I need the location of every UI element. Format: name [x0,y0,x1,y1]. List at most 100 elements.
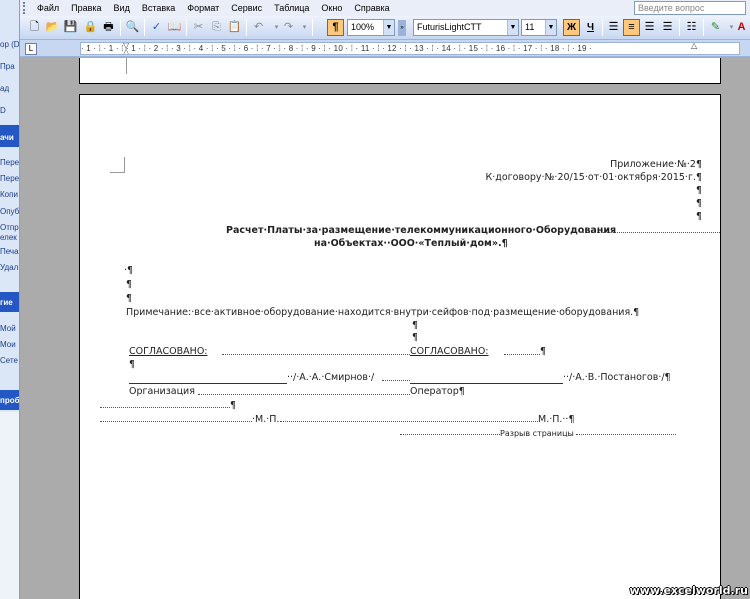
underline-button[interactable]: Ч [582,19,599,36]
current-page[interactable]: Приложение·№·2¶ К·договору·№·20/15·от·01… [79,94,721,599]
note-line[interactable]: Примечание:·все·активное·оборудование·на… [126,307,639,319]
align-right-icon[interactable]: ☰ [641,19,658,36]
toolbar-separator [602,19,603,36]
paragraph-mark: ¶ [540,346,547,357]
panel-link[interactable]: Печа [0,247,19,256]
highlight-icon[interactable]: ✎ [707,19,724,36]
contract-line[interactable]: К·договору·№·20/15·от·01·октября·2015·г.… [486,172,702,184]
menu-window[interactable]: Окно [315,0,348,16]
menu-edit[interactable]: Правка [65,0,107,16]
toolbar-separator [120,19,121,36]
page-break-line [400,434,500,435]
toolbar-separator [312,19,313,36]
background-window-panel: ор (D Пра ад D ачи Пере Пере Копи Опуб О… [0,0,20,599]
open-folder-icon[interactable]: 📂 [44,19,61,36]
line-spacing-icon[interactable]: ☷ [683,19,700,36]
org-right[interactable]: Оператор¶ [410,386,465,398]
document-title-line1[interactable]: Расчет·Платы·за·размещение·телекоммуника… [226,225,616,237]
signature-line-left [129,383,287,384]
panel-link[interactable]: Сете [0,356,18,365]
show-formatting-marks-button[interactable]: ¶ [327,19,344,36]
font-size-select[interactable]: 11 ▼ [521,19,557,36]
undo-icon[interactable]: ↶ [250,19,267,36]
chevron-down-icon[interactable]: ▼ [507,20,518,35]
chevron-down-icon[interactable]: ▼ [545,20,556,35]
stamp-right[interactable]: М.·П.··¶ [538,414,574,426]
appendix-line[interactable]: Приложение·№·2¶ [610,159,702,171]
agreed-right[interactable]: СОГЛАСОВАНО: [410,346,489,358]
print-icon[interactable]: 🖶 [100,19,117,36]
chevron-down-icon[interactable]: ▼ [383,20,394,35]
paragraph-mark: ¶ [230,400,237,411]
save-icon[interactable]: 💾 [62,19,79,36]
zoom-select[interactable]: 100% ▼ [347,19,395,36]
dotted-leader [100,407,230,408]
panel-link[interactable]: Пере [0,174,19,183]
dotted-leader [100,421,252,422]
panel-heading: гие [0,298,13,307]
crop-mark [110,172,125,173]
font-color-icon[interactable]: A [733,19,750,36]
dotted-leader [280,421,538,422]
redo-dropdown-icon[interactable]: ▾ [296,19,313,36]
font-name-select[interactable]: FuturisLightCTT ▼ [413,19,519,36]
agreed-left[interactable]: СОГЛАСОВАНО: [129,346,208,358]
permission-icon[interactable]: 🔒 [82,19,99,36]
panel-link[interactable]: Опуб [0,207,19,216]
panel-link[interactable]: Пере [0,158,19,167]
org-left[interactable]: Организация [129,386,195,398]
align-left-icon[interactable]: ☰ [605,19,622,36]
right-indent-marker-icon[interactable]: △ [691,43,699,54]
menu-file[interactable]: Файл [31,0,65,16]
document-title-line2[interactable]: на·Объектах··ООО·«Теплый·дом».¶ [314,238,508,250]
left-indent-marker-icon[interactable]: ▽ △ [123,43,131,54]
cut-icon[interactable]: ✂ [190,19,207,36]
menu-view[interactable]: Вид [108,0,136,16]
align-center-icon[interactable]: ≡ [623,19,640,36]
paragraph-mark: ¶ [695,198,702,209]
menu-table[interactable]: Таблица [268,0,315,16]
panel-link[interactable]: Мой [0,324,16,333]
tab-stop-selector[interactable]: L [25,43,37,55]
signature-right[interactable]: ··/·А.·В.·Постаногов·/¶ [563,372,671,384]
horizontal-ruler[interactable]: · 1 · ⁞ · 1 · ⁞ · 1 · ⁞ · 2 · ⁞ · 3 · ⁞ … [80,42,740,55]
justify-icon[interactable]: ☰ [659,19,676,36]
print-preview-icon[interactable]: 🔍 [124,19,141,36]
document-workspace[interactable]: Приложение·№·2¶ К·договору·№·20/15·от·01… [20,58,750,599]
redo-icon[interactable]: ↷ [280,19,297,36]
paragraph-mark: ¶ [695,211,702,222]
panel-text: ор (D [0,40,20,49]
toolbar-grip-icon[interactable] [23,2,27,14]
paste-icon[interactable]: 📋 [226,19,243,36]
toolbar-separator [246,19,247,36]
paragraph-mark: ¶ [126,293,133,304]
menu-tools[interactable]: Сервис [225,0,268,16]
toolbar-options-icon[interactable]: » [398,20,406,36]
empty-paragraph: ·¶ [124,265,134,276]
paragraph-mark: ¶ [695,185,702,196]
copy-icon[interactable]: ⎘ [208,19,225,36]
help-search-input[interactable]: Введите вопрос [634,1,746,15]
zoom-value: 100% [351,22,375,32]
panel-link[interactable]: Отпр [0,223,19,232]
research-icon[interactable]: 📖 [166,19,183,36]
new-document-icon[interactable]: 🗋 [26,19,43,36]
panel-heading: ачи [0,133,14,142]
font-size-value: 11 [525,22,535,32]
signature-left[interactable]: ··/·А.·А.·Смирнов·/ [287,372,374,384]
menu-help[interactable]: Справка [348,0,395,16]
page-break-label: Разрыв страницы [500,429,574,438]
menu-insert[interactable]: Вставка [136,0,181,16]
spelling-icon[interactable]: ✓ [148,19,165,36]
stamp-left[interactable]: ·М.·П. [252,414,279,426]
panel-link[interactable]: Удал [0,263,18,272]
panel-link[interactable]: Копи [0,190,18,199]
panel-text: ад [0,84,10,93]
panel-link[interactable]: Мои [0,340,16,349]
panel-link[interactable]: елек [0,233,17,242]
dotted-leader [222,354,410,355]
dotted-leader [504,354,540,355]
previous-page[interactable] [79,58,721,84]
bold-button[interactable]: Ж [563,19,580,36]
menu-format[interactable]: Формат [181,0,225,16]
